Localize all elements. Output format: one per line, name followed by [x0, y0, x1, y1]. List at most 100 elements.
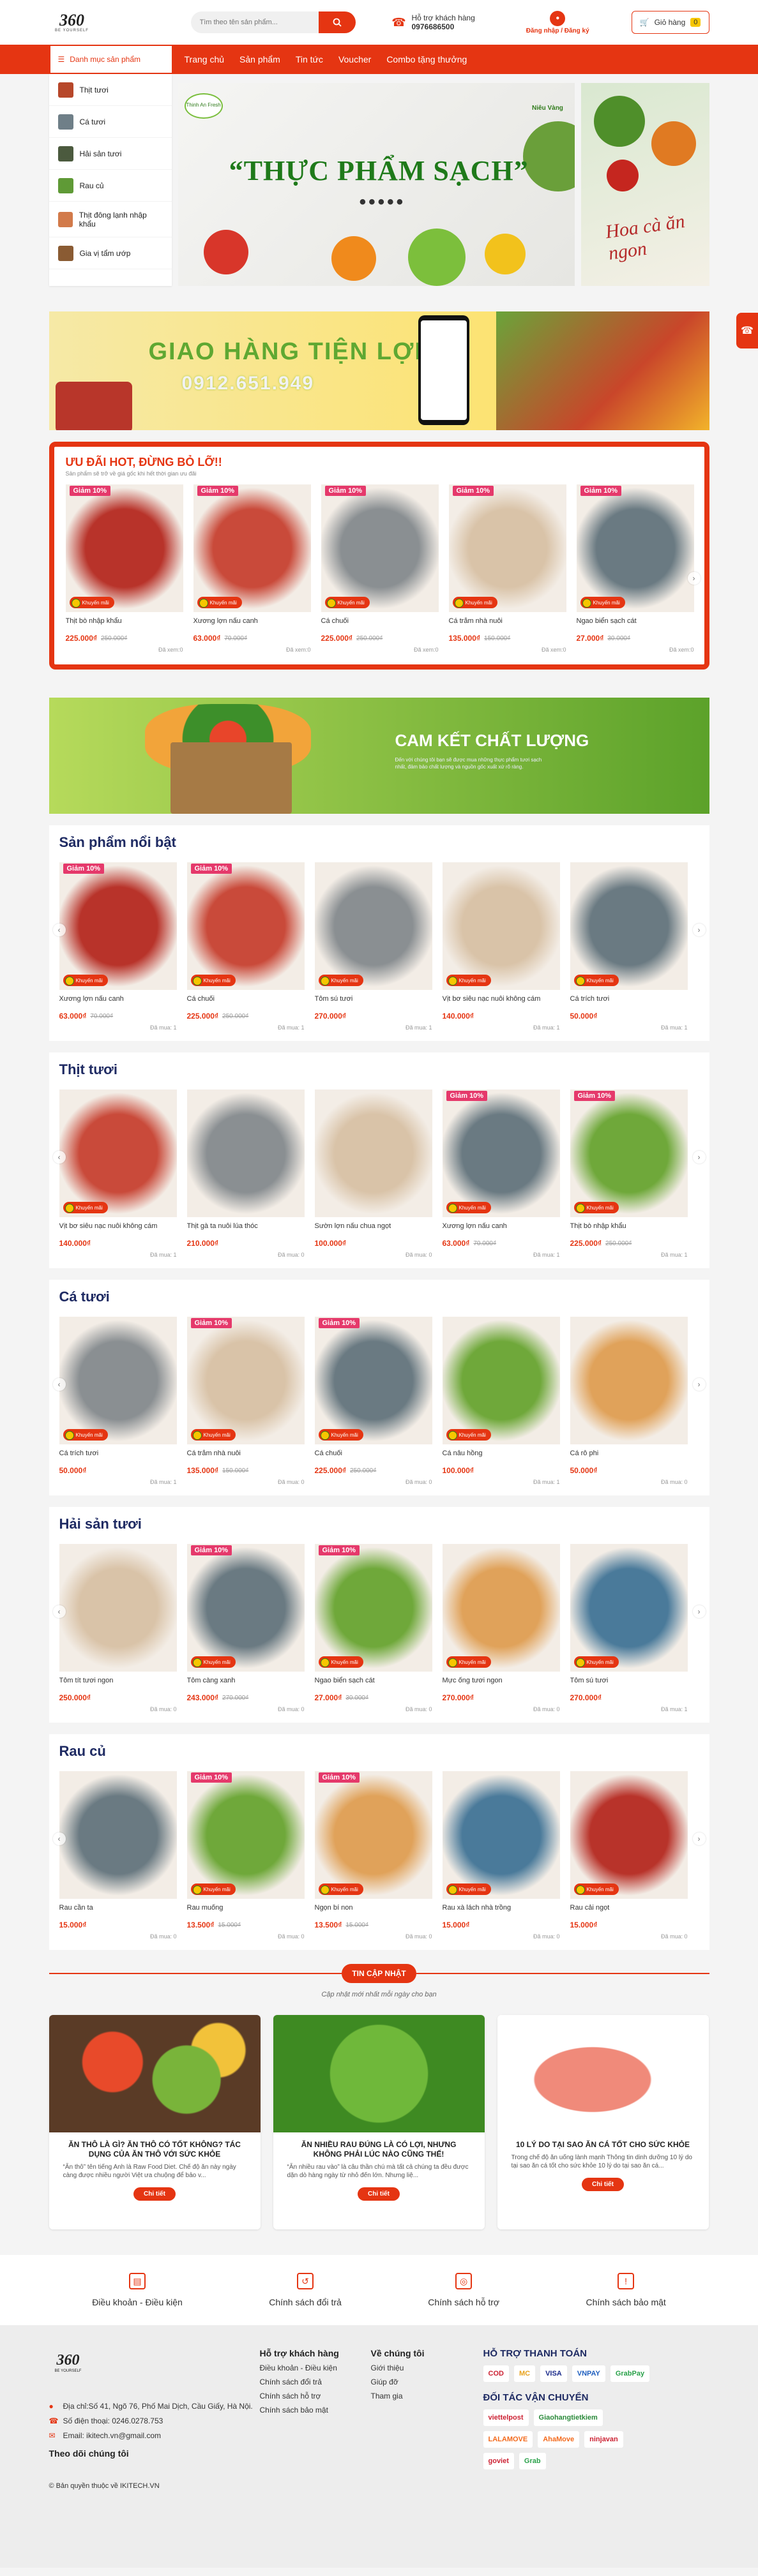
product-name[interactable]: Vịt bơ siêu nạc nuôi không cám	[443, 995, 560, 1004]
product-card[interactable]: Giảm 10% Khuyến mãi Xương lợn nấu canh 63.0…	[59, 862, 177, 1031]
side-banner[interactable]: Hoa cà ăn ngon	[581, 83, 709, 286]
product-card[interactable]: Giảm 10% Khuyến mãi Cá chuối 225.000₫ 250.00…	[314, 1317, 432, 1485]
product-name[interactable]: Cá rô phi	[570, 1449, 688, 1458]
product-card[interactable]: Khuyến mãi Rau cải ngọt 15.000₫ Đã mua: 0	[570, 1771, 688, 1940]
product-name[interactable]: Tôm sú tươi	[315, 995, 432, 1004]
product-name[interactable]: Thịt gà ta nuôi lúa thóc	[187, 1222, 305, 1231]
product-image[interactable]: Khuyến mãi	[442, 1771, 560, 1899]
category-item[interactable]: Gia vị tẩm ướp	[49, 237, 172, 269]
product-name[interactable]: Ngao biển sạch cát	[577, 617, 694, 626]
product-card[interactable]: Giảm 10% Khuyến mãi Rau muống 13.500₫ 15.000…	[186, 1771, 305, 1940]
product-card[interactable]: Khuyến mãi Cá trích tươi 50.000₫ Đã mua: 1	[570, 862, 688, 1031]
product-card[interactable]: Khuyến mãi Rau xà lách nhà trồng 15.000₫ Đã…	[442, 1771, 560, 1940]
read-more-button[interactable]: Chi tiết	[582, 2178, 624, 2191]
product-image[interactable]: Giảm 10% Khuyến mãi	[186, 1544, 305, 1672]
product-image[interactable]	[59, 1771, 177, 1899]
product-card[interactable]: Khuyến mãi Vịt bơ siêu nạc nuôi không cám…	[59, 1090, 177, 1258]
nav-combo[interactable]: Combo tặng thưởng	[386, 54, 467, 64]
product-name[interactable]: Ngao biển sạch cát	[315, 1677, 432, 1686]
next-arrow[interactable]: ›	[692, 1605, 706, 1618]
product-card[interactable]: Giảm 10% Khuyến mãi Ngao biển sạch cát 27.0…	[314, 1544, 432, 1712]
product-name[interactable]: Cá chuối	[187, 995, 305, 1004]
category-item[interactable]: Hải sản tươi	[49, 138, 172, 170]
product-image[interactable]: Giảm 10% Khuyến mãi	[442, 1090, 560, 1217]
product-card[interactable]: Giảm 10% Khuyến mãi Ngao biển sạch cát 27.0…	[576, 484, 694, 653]
prev-arrow[interactable]: ‹	[52, 924, 66, 936]
product-image[interactable]	[314, 1090, 432, 1217]
product-name[interactable]: Tôm càng xanh	[187, 1677, 305, 1686]
prev-arrow[interactable]: ‹	[52, 1151, 66, 1164]
product-name[interactable]: Thịt bò nhập khẩu	[66, 617, 183, 626]
read-more-button[interactable]: Chi tiết	[133, 2187, 176, 2201]
footer-link[interactable]: Giới thiệu	[371, 2363, 483, 2372]
product-name[interactable]: Mực ống tươi ngon	[443, 1677, 560, 1686]
product-image[interactable]: Khuyến mãi	[442, 862, 560, 990]
product-image[interactable]: Khuyến mãi	[570, 1771, 688, 1899]
read-more-button[interactable]: Chi tiết	[358, 2187, 400, 2201]
product-image[interactable]: Giảm 10% Khuyến mãi	[193, 484, 311, 612]
product-image[interactable]: Giảm 10% Khuyến mãi	[186, 862, 305, 990]
section-title[interactable]: Rau củ	[59, 1743, 699, 1760]
product-card[interactable]: Khuyến mãi Vịt bơ siêu nạc nuôi không cám…	[442, 862, 560, 1031]
product-image[interactable]: Giảm 10% Khuyến mãi	[65, 484, 183, 612]
hero-banner[interactable]: Thinh An Fresh Niêu Vàng “THỰC PHẨM SẠCH…	[178, 83, 575, 286]
product-card[interactable]: Giảm 10% Khuyến mãi Cá chuối 225.000₫ 250.00…	[321, 484, 439, 653]
policy-support[interactable]: ◎ Chính sách hỗ trợ	[428, 2273, 499, 2307]
cart-button[interactable]: 🛒 Giỏ hàng 0	[631, 11, 709, 34]
product-image[interactable]: Giảm 10% Khuyến mãi	[314, 1317, 432, 1444]
prev-arrow[interactable]: ‹	[52, 1832, 66, 1845]
product-name[interactable]: Thịt bò nhập khẩu	[570, 1222, 688, 1231]
product-image[interactable]: Giảm 10% Khuyến mãi	[186, 1771, 305, 1899]
product-name[interactable]: Cá trích tươi	[570, 995, 688, 1004]
product-image[interactable]: Giảm 10% Khuyến mãi	[59, 862, 177, 990]
product-image[interactable]: Khuyến mãi	[570, 1544, 688, 1672]
next-arrow[interactable]: ›	[692, 924, 706, 936]
section-title[interactable]: Thịt tươi	[59, 1061, 699, 1078]
category-item[interactable]: Thịt đông lạnh nhập khẩu	[49, 202, 172, 237]
search-input[interactable]	[190, 11, 319, 33]
product-card[interactable]: Giảm 10% Khuyến mãi Cá trắm nhà nuôi 135.00…	[448, 484, 566, 653]
footer-link[interactable]: Tham gia	[371, 2392, 483, 2400]
product-name[interactable]: Rau muống	[187, 1904, 305, 1913]
product-image[interactable]: Giảm 10% Khuyến mãi	[186, 1317, 305, 1444]
product-name[interactable]: Ngọn bí non	[315, 1904, 432, 1913]
product-name[interactable]: Cá chuối	[315, 1449, 432, 1458]
support-hotline[interactable]: ☎ Hỗ trợ khách hàng 0976686500	[391, 13, 474, 31]
footer-link[interactable]: Điều khoản - Điều kiện	[260, 2363, 371, 2372]
product-card[interactable]: Giảm 10% Khuyến mãi Tôm càng xanh 243.000₫ 2…	[186, 1544, 305, 1712]
product-card[interactable]: Giảm 10% Khuyến mãi Xương lợn nấu canh 63.0…	[442, 1090, 560, 1258]
product-image[interactable]: Khuyến mãi	[59, 1090, 177, 1217]
footer-link[interactable]: Chính sách đổi trả	[260, 2378, 371, 2386]
product-image[interactable]: Giảm 10% Khuyến mãi	[321, 484, 439, 612]
product-name[interactable]: Rau xà lách nhà trồng	[443, 1904, 560, 1913]
product-card[interactable]: Khuyến mãi Tôm sú tươi 270.000₫ Đã mua: 1	[570, 1544, 688, 1712]
product-name[interactable]: Xương lợn nấu canh	[59, 995, 177, 1004]
product-card[interactable]: Khuyến mãi Mực ống tươi ngon 270.000₫ Đã mu…	[442, 1544, 560, 1712]
site-logo[interactable]: 360 BE YOURSELF	[49, 8, 95, 36]
product-card[interactable]: Rau cần ta 15.000₫ Đã mua: 0	[59, 1771, 177, 1940]
product-card[interactable]: Khuyến mãi Tôm sú tươi 270.000₫ Đã mua: 1	[314, 862, 432, 1031]
product-name[interactable]: Xương lợn nấu canh	[443, 1222, 560, 1231]
section-title[interactable]: Hải sản tươi	[59, 1516, 699, 1532]
section-title[interactable]: Sản phẩm nổi bật	[59, 834, 699, 851]
quality-banner[interactable]: CAM KẾT CHẤT LƯỢNG Đến với chúng tôi bạn…	[49, 698, 709, 814]
footer-link[interactable]: Giúp đỡ	[371, 2378, 483, 2386]
product-name[interactable]: Rau cần ta	[59, 1904, 177, 1913]
product-image[interactable]: Giảm 10% Khuyến mãi	[576, 484, 694, 612]
category-item[interactable]: Thịt tươi	[49, 74, 172, 106]
product-card[interactable]: Khuyến mãi Cá trích tươi 50.000₫ Đã mua: 1	[59, 1317, 177, 1485]
product-image[interactable]	[59, 1544, 177, 1672]
footer-link[interactable]: Chính sách hỗ trợ	[260, 2392, 371, 2400]
product-image[interactable]	[570, 1317, 688, 1444]
product-name[interactable]: Tôm sú tươi	[570, 1677, 688, 1686]
product-image[interactable]: Khuyến mãi	[59, 1317, 177, 1444]
nav-news[interactable]: Tin tức	[296, 54, 323, 64]
product-card[interactable]: Sườn lợn nấu chua ngọt 100.000₫ Đã mua: 0	[314, 1090, 432, 1258]
product-name[interactable]: Sườn lợn nấu chua ngọt	[315, 1222, 432, 1231]
category-item[interactable]: Cá tươi	[49, 106, 172, 138]
product-card[interactable]: Giảm 10% Khuyến mãi Xương lợn nấu canh 63.0…	[193, 484, 311, 653]
category-item[interactable]: Rau củ	[49, 170, 172, 202]
product-name[interactable]: Cá chuối	[321, 617, 439, 626]
product-image[interactable]: Khuyến mãi	[570, 862, 688, 990]
news-card[interactable]: 10 LÝ DO TẠI SAO ĂN CÁ TỐT CHO SỨC KHỎE …	[497, 2015, 709, 2229]
